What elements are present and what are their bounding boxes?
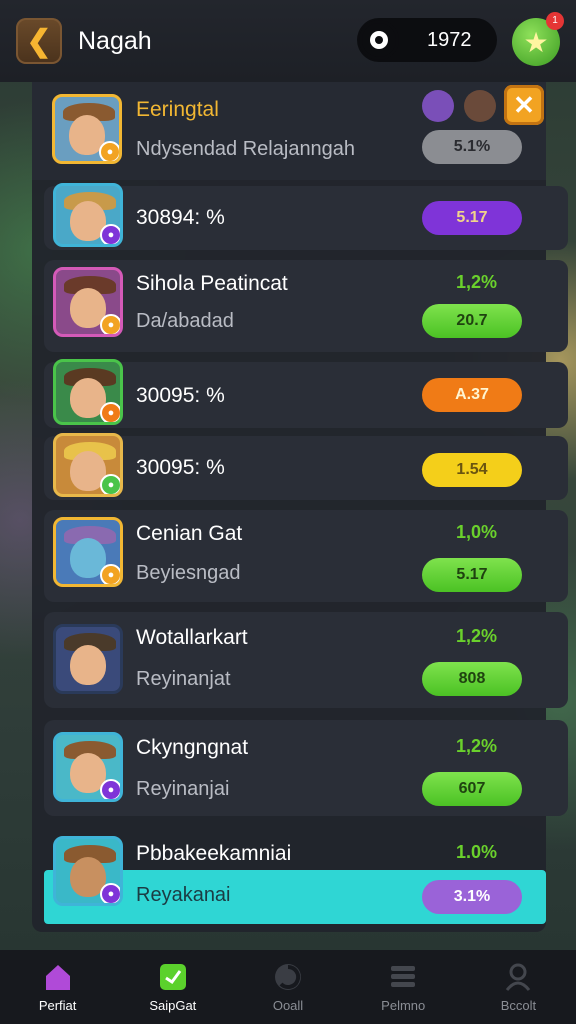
list-item-top[interactable]: ● Eeringtal Ndysendad Relajanngah ✕ 5.1% [32,82,546,180]
page-title: Nagah [78,26,152,55]
row-value-pill: 5.17 [422,201,522,235]
row-subtitle: Reyinanjat [136,668,231,690]
row-name: Sihola Peatincat [136,272,288,295]
row-percent: 1,2% [456,272,498,292]
row-name: 30095: % [136,384,225,407]
row-subtitle: Da/abadad [136,310,234,332]
list-item-selected[interactable]: ● Pbbakeekamniai Reyakanai 1.0% 3.1% [44,828,568,924]
rank-badge-icon: ● [100,314,120,334]
row-name: 30095: % [136,456,225,479]
player-avatar-icon [464,90,496,122]
list-item[interactable]: ● 30894: % 5.17 [44,183,568,250]
header: ❮ Nagah 1972 ★ 1 [0,0,576,82]
chevron-left-icon: ❮ [26,24,52,58]
enemy-avatar-icon [422,90,454,122]
top-subtitle: Ndysendad Relajanngah [136,138,356,160]
avatar: ● [52,94,122,164]
row-value-pill: 3.1% [422,880,522,914]
nav-label: Pelmno [381,997,426,1013]
rank-badge-icon: ● [100,779,120,799]
nav-label: Ooall [272,997,304,1013]
row-subtitle: Beyiesngad [136,562,241,584]
row-value-pill: 607 [422,772,522,806]
row-value-pill: 1.54 [422,453,522,487]
top-value-pill: 5.1% [422,130,522,164]
avatar: ● [53,433,123,497]
nav-item-perfiat[interactable]: Perfiat [0,950,115,1024]
row-percent: 1,0% [456,522,498,542]
row-percent: 1,2% [456,626,498,646]
profile-icon [506,963,531,991]
currency-amount: 1972 [427,28,472,51]
list-item[interactable]: ● Sihola Peatincat Da/abadad 1,2% 20.7 [44,260,568,352]
avatar: ● [53,359,123,425]
top-name: Eeringtal [136,98,219,121]
avatar [53,624,123,694]
avatar: ● [53,267,123,337]
rank-badge-icon: ● [100,402,120,422]
back-button[interactable]: ❮ [16,18,62,64]
nav-item-saipgat[interactable]: SaipGat [115,950,230,1024]
rank-badge-icon: ● [99,141,119,161]
bottom-nav: Perfiat SaipGat Ooall Pelmno Bccolt [0,950,576,1024]
row-value-pill: 20.7 [422,304,522,338]
row-name: Wotallarkart [136,626,248,649]
close-button[interactable]: ✕ [504,85,544,125]
list-item[interactable]: ● Cenian Gat Beyiesngad 1,0% 5.17 [44,510,568,602]
row-value-pill: 808 [422,662,522,696]
leaderboard-panel: ● Eeringtal Ndysendad Relajanngah ✕ 5.1%… [32,82,568,932]
list-item[interactable]: ● Ckyngngnat Reyinanjai 1,2% 607 [44,720,568,816]
list-item[interactable]: ● 30095: % A.37 [44,359,568,428]
chat-icon [159,963,186,990]
nav-label: Bccolt [500,997,537,1013]
row-value-pill: A.37 [422,378,522,412]
avatar: ● [53,732,123,802]
avatar: ● [53,183,123,247]
swirl-icon [275,963,301,990]
avatar: ● [53,517,123,587]
menu-icon [391,965,416,987]
list-item[interactable]: Wotallarkart Reyinanjat 1,2% 808 [44,612,568,708]
rank-badge-icon: ● [100,564,120,584]
close-icon: ✕ [513,89,535,120]
rank-badge-icon: ● [100,224,120,244]
row-subtitle: Reyakanai [136,884,231,906]
row-name: Cenian Gat [136,522,243,545]
nav-label: SaipGat [149,997,197,1013]
nav-item-pelmno[interactable]: Pelmno [346,950,461,1024]
rank-badge-icon: ● [100,883,120,903]
rank-badge-icon: ● [100,474,120,494]
nav-item-bccolt[interactable]: Bccolt [461,950,576,1024]
avatar: ● [53,836,123,906]
row-name: Pbbakeekamniai [136,842,292,865]
currency-display[interactable]: 1972 [357,18,497,62]
list-item[interactable]: ● 30095: % 1.54 [44,433,568,500]
row-subtitle: Reyinanjai [136,778,230,800]
row-name: Ckyngngnat [136,736,249,759]
star-icon: ★ [523,26,549,58]
row-name: 30894: % [136,206,225,229]
home-icon [45,964,70,990]
nav-item-ooall[interactable]: Ooall [230,950,345,1024]
row-value-pill: 5.17 [422,558,522,592]
coin-icon [359,20,399,60]
row-percent: 1.0% [456,842,498,862]
nav-label: Perfiat [38,997,77,1013]
notification-badge: 1 [546,12,564,30]
row-percent: 1,2% [456,736,498,756]
